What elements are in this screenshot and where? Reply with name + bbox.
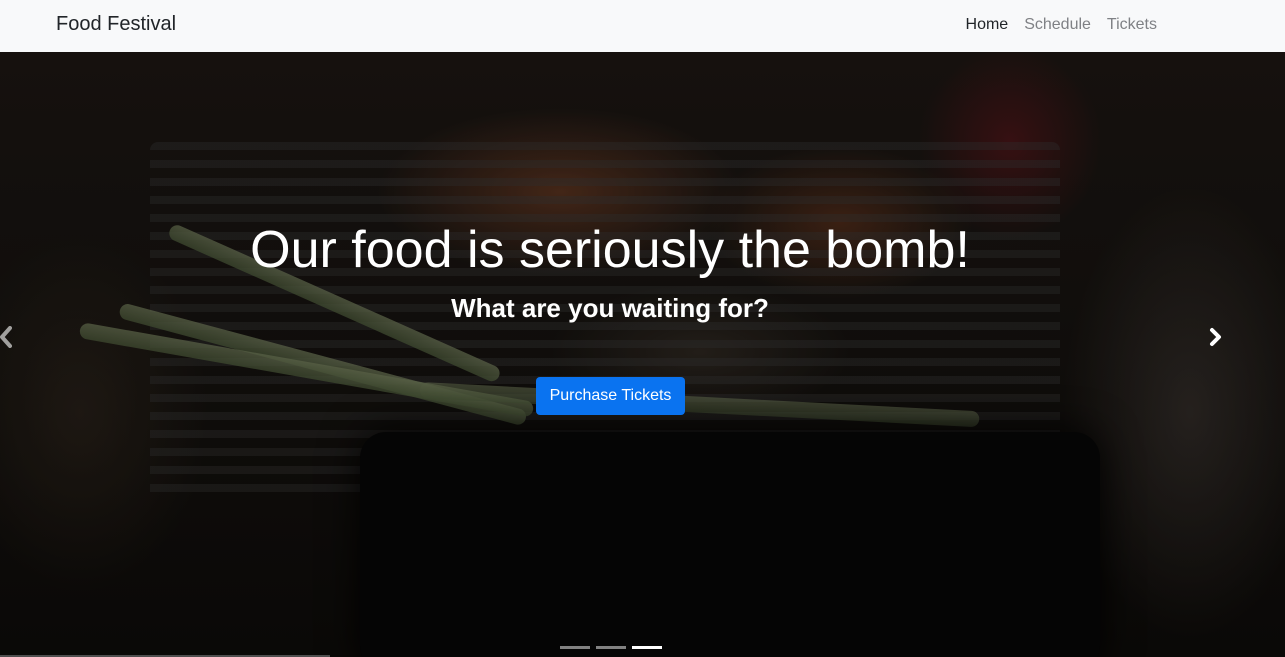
carousel-indicator-2[interactable] [596,646,626,649]
carousel-prev-button[interactable] [0,322,18,352]
nav-tickets-link[interactable]: Tickets [1107,14,1157,36]
nav-home-link[interactable]: Home [966,14,1009,36]
carousel-indicator-1[interactable] [560,646,590,649]
hero-carousel: Our food is seriously the bomb! What are… [0,52,1285,657]
main-nav: Home Schedule Tickets [966,14,1157,36]
brand-logo-link[interactable]: Food Festival [56,12,176,36]
image-overlay [0,52,1285,657]
carousel-indicator-3[interactable] [632,646,662,649]
chevron-left-icon [0,326,12,348]
hero-headline: Our food is seriously the bomb! [250,221,970,279]
nav-schedule-link[interactable]: Schedule [1024,14,1091,36]
carousel-next-button[interactable] [1204,322,1228,352]
purchase-tickets-button[interactable]: Purchase Tickets [536,377,685,415]
chevron-right-icon [1210,328,1221,346]
hero-subheadline: What are you waiting for? [451,293,769,323]
top-navbar: Food Festival Home Schedule Tickets [0,0,1285,52]
carousel-indicators [560,646,662,649]
